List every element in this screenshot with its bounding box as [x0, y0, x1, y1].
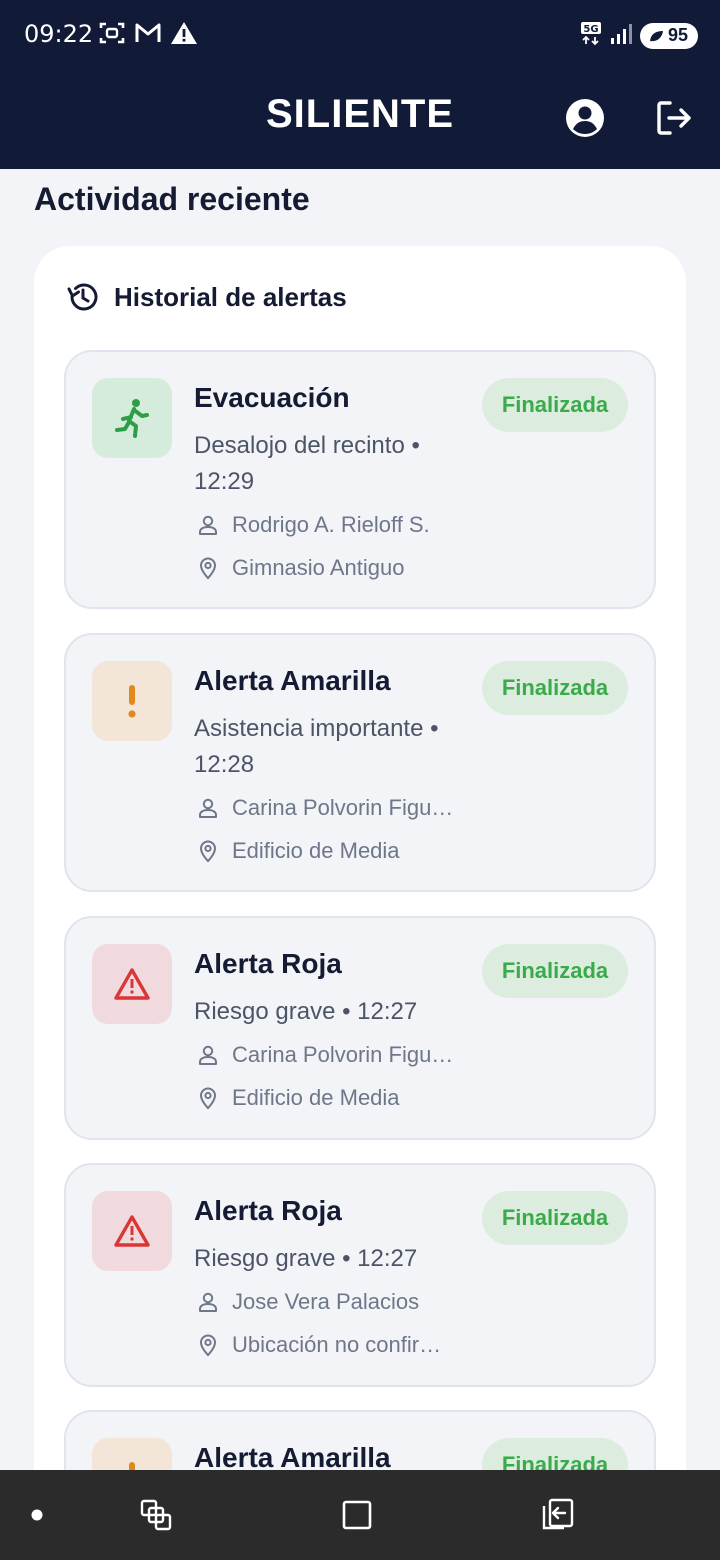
status-badge: Finalizada [482, 1191, 628, 1245]
alert-person-name: Rodrigo A. Rieloff S. [232, 512, 430, 537]
alert-type-badge [92, 944, 172, 1024]
alert-type-badge [92, 378, 172, 458]
alert-card[interactable]: Alerta Amarilla Asistencia importante • … [64, 633, 656, 892]
5g-icon: 5G [580, 20, 604, 51]
history-icon [67, 283, 98, 311]
alert-type-badge [92, 1191, 172, 1271]
app-title: SILIENTE [265, 92, 455, 136]
alert-card[interactable]: Alerta Roja Riesgo grave • 12:27 Jose Ve… [64, 1163, 656, 1387]
panel-header: Historial de alertas [66, 280, 347, 314]
screenshot-icon [98, 20, 126, 51]
alert-person-name: Carina Polvorin Figu… [232, 1042, 454, 1067]
signal-icon [610, 20, 634, 51]
person-icon [199, 798, 217, 818]
app-bar: SILIENTE [0, 68, 720, 169]
alert-person: Carina Polvorin Figu… [196, 795, 453, 821]
alert-history-panel: Historial de alertas Evacuación Desalojo… [34, 246, 686, 1560]
warning-triangle-icon [114, 1215, 150, 1247]
panel-title: Historial de alertas [114, 281, 347, 312]
alert-person: Jose Vera Palacios [196, 1289, 419, 1315]
alert-person: Rodrigo A. Rieloff S. [196, 512, 430, 538]
alert-title: Alerta Amarilla [194, 665, 391, 696]
alert-location: Gimnasio Antiguo [196, 555, 404, 581]
person-icon [199, 515, 217, 535]
profile-button[interactable] [561, 94, 609, 142]
alert-subtitle: Riesgo grave • 12:27 [194, 998, 418, 1025]
alert-title: Alerta Roja [194, 948, 342, 979]
alert-title: Evacuación [194, 382, 350, 413]
warning-icon [170, 20, 198, 51]
alert-location: Edificio de Media [196, 1085, 400, 1111]
status-badge: Finalizada [482, 378, 628, 432]
alert-person-name: Jose Vera Palacios [232, 1289, 420, 1314]
status-badge: Finalizada [482, 661, 628, 715]
alert-subtitle: Asistencia importante • 12:28 [194, 715, 439, 778]
home-button[interactable] [332, 1490, 382, 1540]
battery-level: 95 [667, 25, 688, 45]
alert-card[interactable]: Alerta Roja Riesgo grave • 12:27 Carina … [64, 916, 656, 1140]
recent-apps-icon [140, 1499, 172, 1531]
alert-person-name: Carina Polvorin Figu… [232, 795, 454, 820]
dot-icon [31, 1509, 43, 1521]
location-pin-icon [199, 840, 217, 863]
warning-triangle-icon [114, 968, 150, 1000]
gmail-icon [134, 20, 162, 51]
alert-person: Carina Polvorin Figu… [196, 1042, 453, 1068]
nav-dot-button[interactable] [12, 1490, 62, 1540]
exclamation-icon [128, 685, 136, 718]
status-bar: 09:22 5G 95 [0, 0, 720, 68]
location-pin-icon [199, 1087, 217, 1110]
person-icon [199, 1292, 217, 1312]
alert-location-name: Ubicación no confir… [232, 1332, 442, 1357]
battery-leaf-icon [649, 30, 663, 41]
alert-title: Alerta Roja [194, 1195, 342, 1226]
alert-type-badge [92, 661, 172, 741]
status-notification-icons [98, 20, 198, 51]
alert-location-name: Edificio de Media [232, 838, 400, 863]
alert-card[interactable]: Evacuación Desalojo del recinto • 12:29 … [64, 350, 656, 609]
status-badge: Finalizada [482, 944, 628, 998]
location-pin-icon [199, 1334, 217, 1357]
account-circle-icon [566, 99, 604, 137]
alert-subtitle: Desalojo del recinto • 12:29 [194, 432, 420, 495]
home-square-icon [342, 1500, 372, 1530]
alert-location: Ubicación no confir… [196, 1332, 441, 1358]
logout-button[interactable] [650, 94, 698, 142]
alert-subtitle: Riesgo grave • 12:27 [194, 1245, 418, 1272]
svg-text:5G: 5G [583, 24, 598, 35]
recent-apps-button[interactable] [131, 1490, 181, 1540]
logout-icon [657, 101, 691, 135]
alert-location-name: Gimnasio Antiguo [232, 555, 405, 580]
status-time: 09:22 [24, 20, 94, 48]
alert-location-name: Edificio de Media [232, 1085, 400, 1110]
section-title: Actividad reciente [34, 181, 310, 217]
system-nav-bar [0, 1470, 720, 1560]
battery-indicator: 95 [639, 22, 698, 49]
location-pin-icon [199, 557, 217, 580]
person-icon [199, 1045, 217, 1065]
back-button[interactable] [533, 1490, 583, 1540]
back-icon [542, 1498, 574, 1530]
running-person-icon [115, 399, 149, 438]
alert-location: Edificio de Media [196, 838, 400, 864]
